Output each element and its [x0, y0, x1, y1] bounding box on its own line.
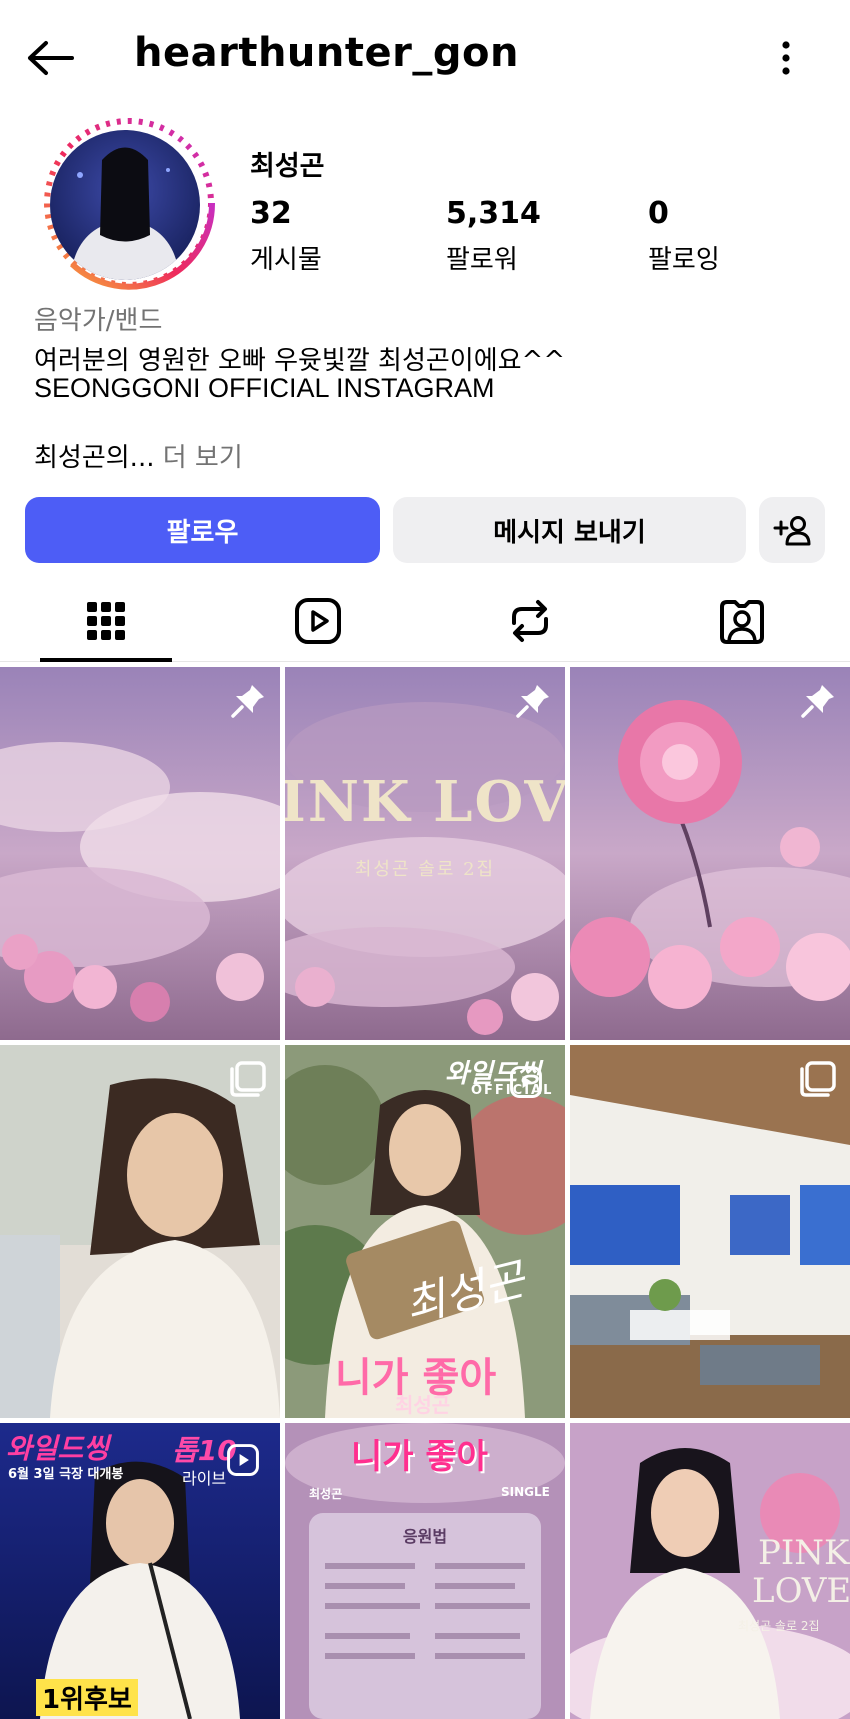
pink-clouds-image: [0, 667, 280, 1040]
posts-label: 게시물: [250, 245, 322, 275]
more-vertical-icon: [782, 41, 790, 75]
repost-icon: [512, 600, 548, 642]
tab-reposts[interactable]: [424, 580, 636, 662]
profile-tabs: [0, 580, 850, 662]
carousel-icon: [230, 1061, 266, 1097]
following-label: 팔로잉: [648, 245, 720, 275]
tagged-person-icon: [720, 600, 764, 644]
profile-avatar[interactable]: [50, 130, 200, 280]
grid-icon: [87, 602, 125, 640]
more-options-button[interactable]: [766, 34, 806, 82]
person-add-icon: [773, 516, 811, 546]
profile-display-name: 최성곤: [250, 151, 325, 182]
release-date: 6월 3일 극장 대개봉: [8, 1467, 124, 1482]
pink-flowers-image: [570, 667, 850, 1040]
posts-count: 32: [250, 196, 292, 231]
single-label: SINGLE: [501, 1485, 550, 1499]
post-thumbnail[interactable]: [0, 1045, 280, 1418]
tab-tagged[interactable]: [636, 580, 848, 662]
posts-stat[interactable]: 32 게시물: [250, 196, 322, 276]
live-label: 라이브: [182, 1469, 227, 1488]
post-title-line2: LOVE: [752, 1571, 850, 1611]
post-thumbnail[interactable]: PINK LOVE 최성곤 솔로 2집: [570, 1423, 850, 1719]
portrait-photo: [0, 1045, 280, 1418]
post-subtitle: 최성곤 솔로 2집: [738, 1619, 820, 1633]
bio-more-link[interactable]: 더 보기: [154, 443, 243, 473]
bio-text-line1: 여러분의 영원한 오빠 우윳빛깔 최성곤이에요^^: [34, 346, 566, 376]
post-thumbnail[interactable]: [570, 1045, 850, 1418]
pin-icon: [516, 685, 549, 718]
following-stat[interactable]: 0 팔로잉: [648, 196, 720, 276]
song-artist: 최성곤: [395, 1393, 451, 1417]
post-subtitle: 최성곤 솔로 2집: [354, 859, 496, 880]
post-thumbnail[interactable]: [570, 667, 850, 1040]
pin-icon: [801, 685, 834, 718]
reels-icon: [295, 598, 341, 644]
post-thumbnail[interactable]: 와일드씽 OFFICIAL 최성곤 니가 좋아 최성곤: [285, 1045, 565, 1418]
followers-count: 5,314: [446, 196, 541, 231]
followers-label: 팔로워: [446, 245, 518, 275]
following-count: 0: [648, 196, 669, 231]
bio-expandable[interactable]: 최성곤의... 더 보기: [34, 437, 243, 474]
vote-label: 1위후보: [36, 1679, 138, 1716]
bio-text-line2: SEONGGONI OFFICIAL INSTAGRAM: [34, 373, 495, 403]
message-button[interactable]: 메시지 보내기: [393, 497, 746, 563]
tab-reels[interactable]: [212, 580, 424, 662]
post-title: PINK LOVE: [285, 769, 565, 835]
reel-icon: [510, 1066, 542, 1098]
post-thumbnail[interactable]: 와일드씽 6월 3일 극장 대개봉 톱10 라이브 1위후보: [0, 1423, 280, 1719]
cheer-guide-title: 응원법: [402, 1527, 448, 1546]
follow-button[interactable]: 팔로우: [25, 497, 380, 563]
bio-truncated-text: 최성곤의...: [34, 443, 155, 473]
post-title-line1: PINK: [758, 1533, 850, 1573]
song-title: 니가 좋아: [351, 1437, 488, 1477]
active-tab-indicator: [40, 658, 172, 662]
post-thumbnail[interactable]: 니가 좋아 최성곤 SINGLE 응원법: [285, 1423, 565, 1719]
profile-category: 음악가/밴드: [34, 306, 163, 336]
back-button[interactable]: [22, 34, 78, 82]
artist-label: 최성곤: [309, 1487, 343, 1501]
show-brand: 와일드씽: [6, 1432, 110, 1465]
post-thumbnail[interactable]: [0, 667, 280, 1040]
arrow-left-icon: [28, 41, 74, 75]
profile-username: hearthunter_gon: [134, 30, 519, 76]
tab-posts[interactable]: [0, 580, 212, 662]
followers-stat[interactable]: 5,314 팔로워: [446, 196, 541, 276]
avatar-photo: [50, 130, 200, 280]
reel-icon: [227, 1444, 259, 1476]
suggest-people-button[interactable]: [759, 497, 825, 563]
carousel-icon: [800, 1061, 836, 1097]
post-thumbnail[interactable]: PINK LOVE 최성곤 솔로 2집: [285, 667, 565, 1040]
living-room-photo: [570, 1045, 850, 1418]
pin-icon: [231, 685, 264, 718]
pink-love-cover-image: [285, 667, 565, 1040]
profile-header: hearthunter_gon: [0, 0, 850, 118]
